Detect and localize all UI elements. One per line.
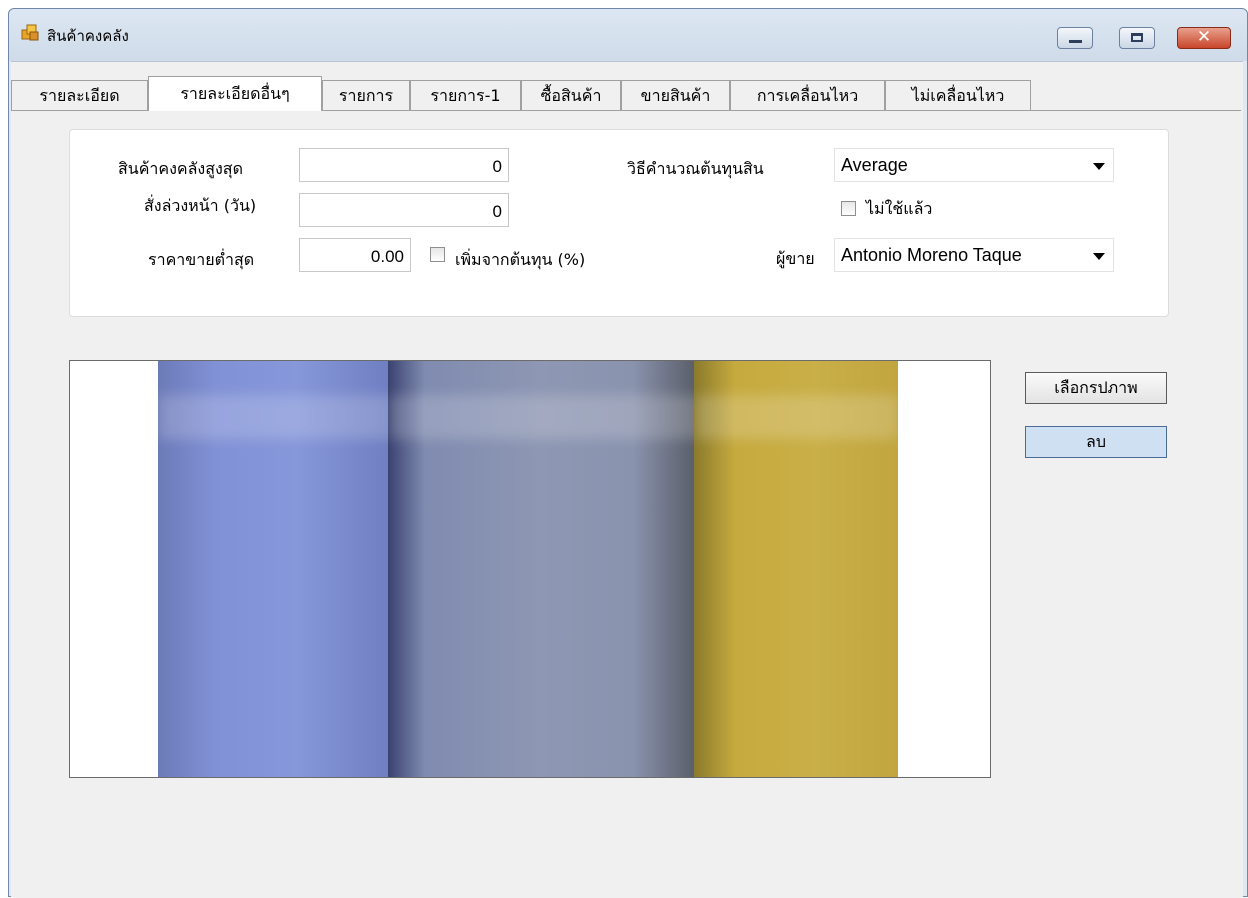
fabric-bolt-blue (158, 361, 388, 777)
max-stock-label: สินค้าคงคลังสูงสุด (118, 159, 243, 178)
vendor-value: Antonio Moreno Taque (841, 245, 1022, 265)
markup-label: เพิ่มจากต้นทุน (%) (455, 250, 586, 269)
lead-days-field[interactable]: 0 (299, 193, 509, 227)
cost-method-label: วิธีคำนวณต้นทุนสิน (627, 159, 764, 178)
maximize-icon (1131, 33, 1143, 42)
min-price-field[interactable]: 0.00 (299, 238, 411, 272)
markup-checkbox[interactable] (430, 247, 445, 262)
inactive-checkbox[interactable] (841, 201, 856, 216)
close-button[interactable]: ✕ (1177, 27, 1231, 49)
close-icon: ✕ (1196, 27, 1212, 47)
app-window: สินค้าคงคลัง ✕ รายละเอียด รายละเอียดอื่น… (8, 8, 1248, 898)
boxes-icon (21, 24, 39, 41)
product-picture-box (69, 360, 991, 778)
select-picture-button[interactable]: เลือกรปภาพ (1025, 372, 1167, 404)
tab-other-details[interactable]: รายละเอียดอื่นๆ (148, 76, 322, 111)
minimize-button[interactable] (1057, 27, 1093, 49)
inactive-label: ไม่ใช้แล้ว (866, 199, 933, 218)
fabric-bolt-gray (388, 361, 694, 777)
details-group: สินค้าคงคลังสูงสุด 0 สั่งล่วงหน้า (วัน) … (69, 129, 1169, 317)
tab-sales[interactable]: ขายสินค้า (621, 80, 730, 110)
window-title: สินค้าคงคลัง (47, 27, 129, 45)
minimize-icon (1069, 40, 1082, 43)
client-area: รายละเอียด รายละเอียดอื่นๆ รายการ รายการ… (11, 61, 1243, 898)
tab-no-movement[interactable]: ไม่เคลื่อนไหว (885, 80, 1031, 110)
tab-items-1[interactable]: รายการ-1 (410, 80, 521, 110)
tab-page-other-details: สินค้าคงคลังสูงสุด 0 สั่งล่วงหน้า (วัน) … (11, 110, 1241, 891)
cost-method-dropdown[interactable]: Average (834, 148, 1114, 182)
tab-purchase[interactable]: ซื้อสินค้า (521, 80, 621, 110)
chevron-down-icon (1093, 253, 1105, 260)
chevron-down-icon (1093, 163, 1105, 170)
tab-items[interactable]: รายการ (322, 80, 410, 110)
title-bar[interactable]: สินค้าคงคลัง ✕ (9, 9, 1247, 61)
tab-movement[interactable]: การเคลื่อนไหว (730, 80, 885, 110)
min-price-label: ราคาขายต่ำสุด (148, 250, 255, 269)
lead-days-label: สั่งล่วงหน้า (วัน) (144, 196, 257, 215)
max-stock-field[interactable]: 0 (299, 148, 509, 182)
delete-picture-button[interactable]: ลบ (1025, 426, 1167, 458)
tab-details[interactable]: รายละเอียด (11, 80, 148, 110)
maximize-button[interactable] (1119, 27, 1155, 49)
vendor-label: ผู้ขาย (776, 249, 815, 268)
vendor-dropdown[interactable]: Antonio Moreno Taque (834, 238, 1114, 272)
cost-method-value: Average (841, 155, 908, 175)
fabric-bolt-yellow (694, 361, 898, 777)
